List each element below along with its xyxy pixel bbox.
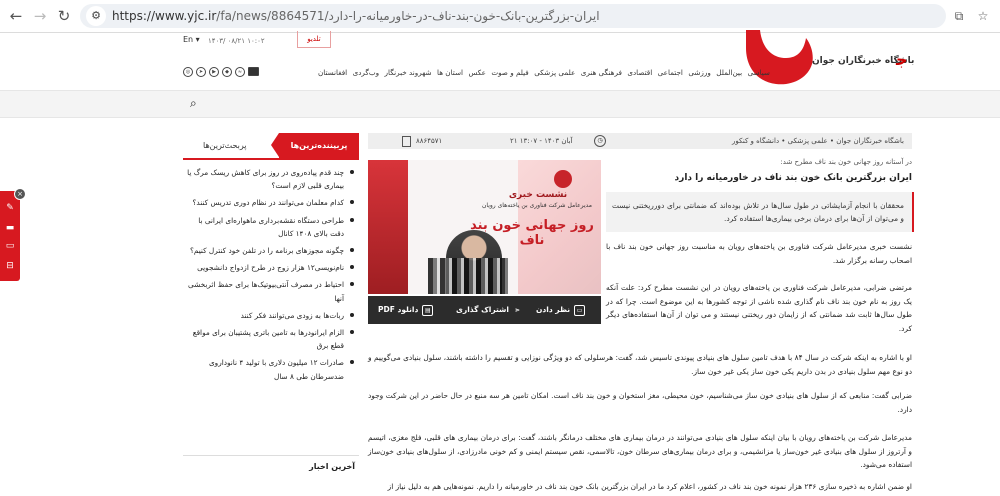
back-arrow-icon[interactable]: ←	[6, 6, 26, 26]
article-summary: محققان با انجام آزمایشاتی در طول سال‌ها …	[606, 192, 914, 232]
social-links: ◎ ➤ ▶ ◆ ≈	[183, 67, 259, 77]
nav-item[interactable]: بین‌الملل	[716, 68, 742, 77]
nav-item[interactable]: اقتصادی	[627, 68, 652, 77]
news-id: ۸۸۶۴۵۷۱	[416, 137, 443, 145]
bookmark-star-icon[interactable]: ☆	[976, 9, 990, 23]
clock-icon: ◷	[594, 135, 606, 147]
article-paragraph: ضرابی گفت: منابعی که از سلول های بنیادی …	[368, 391, 912, 414]
rubika-icon[interactable]: ◆	[222, 67, 232, 77]
nav-item[interactable]: افغانستان	[318, 68, 347, 77]
article-image[interactable]: نشست خبری مدیرعامل شرکت فناوری بن یاخته‌…	[368, 160, 601, 294]
breadcrumb: باشگاه خبرنگاران جوان • علمی پزشکی • دان…	[368, 133, 912, 149]
nav-item[interactable]: علمی پزشکی	[534, 68, 575, 77]
url-text[interactable]: https://www.yjc.ir/fa/news/8864571/ایران…	[112, 4, 600, 28]
image-red-band	[368, 160, 408, 294]
latest-news-title: آخرین اخبار	[309, 462, 355, 471]
site-info-icon[interactable]: ⚙	[86, 6, 106, 26]
car-icon[interactable]: ▬	[5, 223, 15, 233]
article-paragraph: مدیرعامل شرکت بن یاخته‌های رویان با بیان…	[368, 433, 912, 469]
download-pdf-button[interactable]: ▤دانلود PDF	[378, 296, 434, 324]
list-item[interactable]: چند قدم پیاده‌روی در روز برای کاهش ریسک …	[186, 166, 356, 192]
list-item[interactable]: کدام معلمان می‌توانند در نظام دوری تدریس…	[186, 196, 356, 209]
list-item[interactable]: الزام ایرانودرها به تامین باتری پشتیبان …	[186, 326, 356, 352]
nav-item[interactable]: عکس	[468, 68, 485, 77]
forward-arrow-icon[interactable]: →	[30, 6, 50, 26]
article-headline: ایران بزرگترین بانک خون بند ناف در خاورم…	[674, 173, 912, 183]
pdf-icon: ▤	[422, 304, 434, 316]
url-host: https://www.yjc.ir	[112, 9, 217, 23]
summary-text: محققان با انجام آزمایشاتی در طول سال‌ها …	[612, 201, 904, 223]
tv-icon[interactable]	[248, 67, 259, 76]
site-logo-icon[interactable]: ﺟ	[896, 50, 916, 70]
comment-icon: ▭	[574, 304, 586, 316]
share-button[interactable]: ⋖ اشتراک گذاری	[456, 296, 522, 324]
close-icon[interactable]: ×	[14, 188, 26, 200]
pen-icon[interactable]: ✎	[5, 203, 15, 213]
nav-item[interactable]: فرهنگی هنری	[581, 68, 622, 77]
floating-widget: × ✎ ▬ ▭ ⊟	[0, 188, 26, 281]
lang-label[interactable]: En	[183, 35, 193, 44]
image-title: نشست خبری	[508, 190, 568, 200]
browser-toolbar: ← → ↻ ⚙ https://www.yjc.ir/fa/news/88645…	[0, 0, 1000, 33]
publish-date: ۲۱ آبان ۱۴۰۳ - ۱۳:۰۷	[510, 137, 573, 145]
document-icon	[402, 136, 411, 147]
basket-icon[interactable]: ⊟	[5, 261, 15, 271]
language-switch[interactable]: En ▾	[183, 35, 200, 44]
nav-item[interactable]: وب‌گردی	[353, 68, 379, 77]
reload-icon[interactable]: ↻	[54, 6, 74, 26]
nav-item[interactable]: ورزشی	[688, 68, 710, 77]
list-item[interactable]: احتیاط در مصرف آنتی‌بیوتیک‌ها برای حفظ ا…	[186, 278, 356, 304]
main-navigation: سیاسی بین‌الملل ورزشی اجتماعی اقتصادی فر…	[318, 68, 770, 77]
tab-most-viewed[interactable]: پربیننده‌ترین‌ها	[271, 133, 359, 158]
address-bar[interactable]: ⚙ https://www.yjc.ir/fa/news/8864571/ایر…	[80, 4, 946, 28]
list-item[interactable]: چگونه مجوزهای برنامه را در تلفن خود کنتر…	[186, 244, 356, 257]
search-icon[interactable]: ⌕	[190, 96, 197, 111]
url-path: /fa/news/8864571/ایران-بزرگترین-بانک-خون…	[216, 9, 600, 23]
image-subtitle: مدیرعامل شرکت فناوری بن یاخته‌های رویان	[482, 202, 592, 209]
most-viewed-list: چند قدم پیاده‌روی در روز برای کاهش ریسک …	[186, 166, 356, 387]
image-badge-icon	[554, 170, 572, 188]
article-paragraph: او ضمن اشاره به ذخیره سازی ۲۳۶ هزار نمون…	[387, 482, 912, 491]
latest-news-box: آخرین اخبار	[183, 455, 359, 496]
comment-label: نظر دادن	[536, 305, 571, 314]
sidebar-tabs: پربیننده‌ترین‌ها پربحث‌ترین‌ها	[183, 133, 359, 160]
nav-item[interactable]: سیاسی	[748, 68, 770, 77]
article-paragraph: مرتضی ضرابی، مدیرعامل شرکت فناوری بن یاخ…	[606, 283, 912, 333]
nav-item[interactable]: فیلم و صوت	[491, 68, 528, 77]
search-bar	[0, 90, 1000, 118]
breadcrumb-path[interactable]: باشگاه خبرنگاران جوان • علمی پزشکی • دان…	[732, 133, 904, 149]
header-datetime: ۱۴۰۳/ ۰۸/۲۱ ۱۰:۰۲	[208, 37, 265, 45]
article-action-bar: ▭نظر دادن ⋖ اشتراک گذاری ▤دانلود PDF	[368, 296, 601, 324]
car-icon-2[interactable]: ▭	[5, 241, 15, 251]
video-button[interactable]: تلدیو	[297, 31, 331, 48]
tab-most-discussed[interactable]: پربحث‌ترین‌ها	[203, 133, 247, 158]
share-icon: ⋖	[514, 306, 521, 314]
list-item[interactable]: صادرات ۱۲ میلیون دلاری با تولید ۴ نانودا…	[186, 356, 356, 382]
article-paragraph: او با اشاره به اینکه شرکت در سال ۸۴ با ه…	[368, 353, 912, 376]
article-paragraph: نشست خبری مدیرعامل شرکت فناوری بن یاخته‌…	[606, 242, 912, 265]
share-label: اشتراک گذاری	[456, 305, 509, 314]
pdf-label: دانلود PDF	[378, 305, 419, 314]
aparat-icon[interactable]: ▶	[209, 67, 219, 77]
install-app-icon[interactable]: ⧉	[952, 9, 966, 23]
list-item[interactable]: طراحی دستگاه نقشه‌برداری ماهواره‌ای ایرا…	[186, 214, 356, 240]
list-item[interactable]: ربات‌ها به زودی می‌توانند فکر کنند	[186, 309, 356, 322]
instagram-icon[interactable]: ◎	[183, 67, 193, 77]
nav-item[interactable]: استان ها	[437, 68, 463, 77]
image-microphones	[428, 258, 508, 294]
rss-icon[interactable]: ≈	[235, 67, 245, 77]
comment-button[interactable]: ▭نظر دادن	[536, 296, 586, 324]
nav-item[interactable]: شهروند خبرنگار	[385, 68, 432, 77]
nav-item[interactable]: اجتماعی	[658, 68, 683, 77]
list-item[interactable]: نام‌نویسی۱۲ هزار زوج در طرح ازدواج دانشج…	[186, 261, 356, 274]
lead-up: در آستانه روز جهانی خون بند ناف مطرح شد:	[780, 158, 912, 166]
telegram-icon[interactable]: ➤	[196, 67, 206, 77]
